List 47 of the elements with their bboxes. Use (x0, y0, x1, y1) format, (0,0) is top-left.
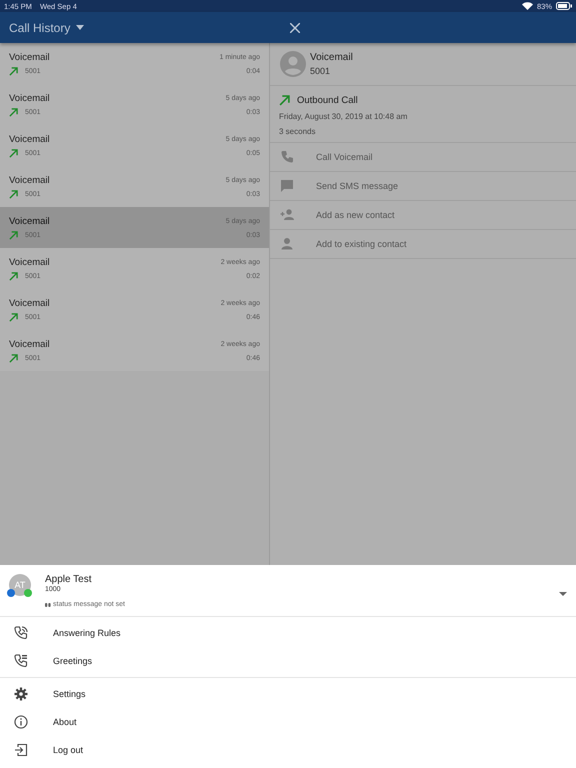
caller-name: Voicemail (9, 174, 50, 186)
battery-icon (556, 2, 572, 10)
call-direction: Outbound Call (297, 95, 358, 106)
menu-item[interactable]: Settings (0, 680, 576, 708)
outgoing-arrow-icon (279, 95, 290, 106)
close-icon[interactable] (290, 22, 300, 32)
call-length: 3 seconds (279, 127, 316, 136)
quote-icon (45, 602, 51, 606)
menu-item[interactable]: About (0, 708, 576, 736)
phone-icon (14, 626, 28, 640)
action-item[interactable]: Add as new contact (270, 201, 576, 230)
caller-name: Voicemail (9, 256, 50, 268)
phone-list-icon (14, 654, 28, 668)
outgoing-arrow-icon (9, 312, 18, 322)
caller-name: Voicemail (9, 338, 50, 350)
menu-item[interactable]: Log out (0, 736, 576, 764)
settings-icon (14, 687, 28, 701)
outgoing-arrow-icon (9, 148, 18, 158)
user-name: Apple Test (45, 574, 93, 585)
action-item[interactable]: Add to existing contact (270, 230, 576, 259)
outgoing-arrow-icon (9, 272, 18, 280)
outgoing-arrow-icon (9, 230, 18, 240)
caller-name: Voicemail (9, 216, 50, 226)
outgoing-arrow-icon (9, 354, 18, 362)
logout-icon (14, 743, 28, 757)
menu-item[interactable]: Greetings (0, 647, 576, 675)
caller-name: Voicemail (9, 52, 50, 62)
wifi-icon (522, 2, 533, 10)
add-person-icon (280, 208, 294, 222)
caller-name: Voicemail (9, 134, 50, 144)
contact-name: Voicemail (310, 52, 353, 63)
avatar-icon (280, 51, 306, 77)
menu-item[interactable]: Answering Rules (0, 619, 576, 647)
call-history-dropdown[interactable]: Call History (9, 20, 84, 34)
caret-icon (76, 25, 84, 30)
info-icon (14, 715, 28, 729)
outgoing-arrow-icon (9, 108, 18, 116)
outgoing-arrow-icon (9, 190, 18, 198)
caller-name: Voicemail (9, 92, 50, 104)
dropdown-icon[interactable] (559, 592, 567, 596)
outgoing-arrow-icon (9, 66, 18, 76)
message-icon (280, 179, 294, 193)
phone-icon (280, 150, 294, 164)
person-icon (280, 237, 294, 251)
call-date: Friday, August 30, 2019 at 10:48 am (279, 112, 408, 121)
contact-number: 5001 (310, 66, 332, 76)
caller-name: Voicemail (9, 298, 50, 308)
